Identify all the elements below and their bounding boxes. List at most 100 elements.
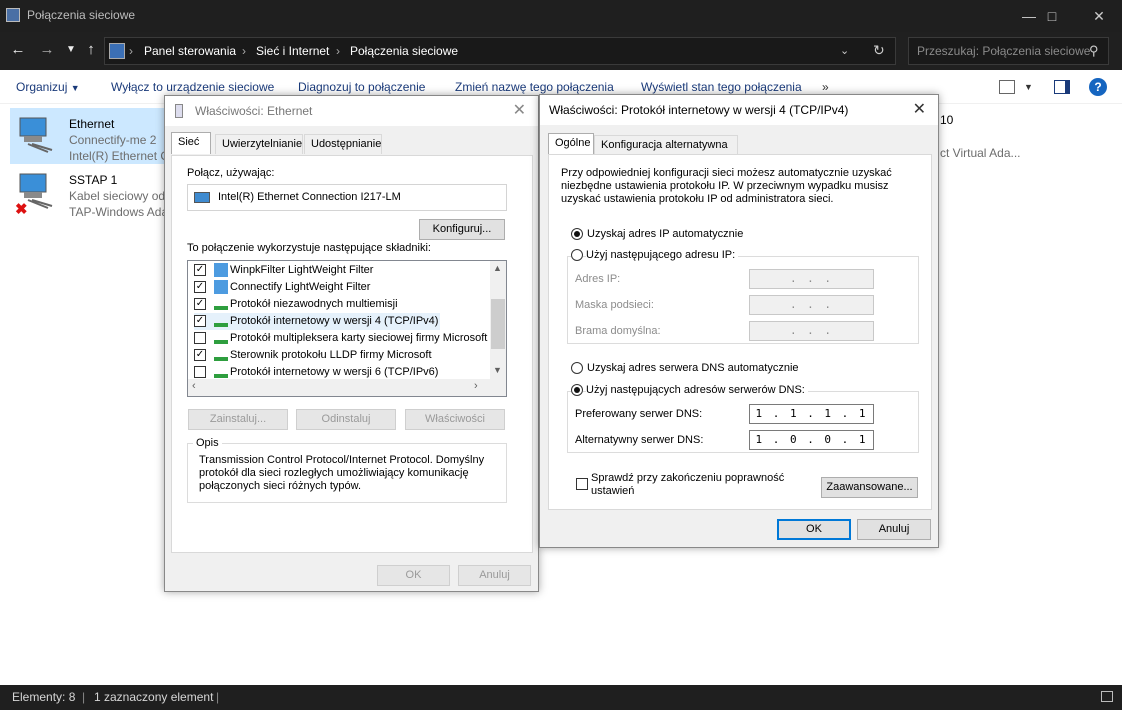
status-separator: |	[82, 690, 86, 704]
item-count: Elementy: 8	[12, 690, 76, 704]
components-label: To połączenie wykorzystuje następujące s…	[187, 242, 431, 254]
disable-device-button[interactable]: Wyłącz to urządzenie sieciowe	[111, 80, 274, 94]
protocol-icon	[214, 351, 228, 361]
ok-button[interactable]: OK	[777, 519, 851, 540]
component-checkbox[interactable]	[194, 332, 206, 344]
component-label: Protokół multipleksera karty sieciowej f…	[230, 332, 488, 344]
breadcrumb-control-panel[interactable]: Panel sterowania	[144, 44, 236, 58]
search-input[interactable]: Przeszukaj: Połączenia sieciowe ⚲	[908, 37, 1109, 65]
ethernet-icon	[175, 104, 183, 118]
view-status-button[interactable]: Wyświetl stan tego połączenia	[641, 80, 802, 94]
view-options-icon[interactable]	[999, 80, 1015, 94]
auto-ip-label: Uzyskaj adres IP automatycznie	[587, 228, 744, 240]
component-checkbox[interactable]: ✓	[194, 264, 206, 276]
address-dropdown-icon[interactable]: ⌄	[840, 44, 849, 57]
manual-ip-label: Użyj następującego adresu IP:	[586, 249, 739, 261]
breadcrumb-separator-icon: ›	[129, 44, 133, 58]
close-icon[interactable]: ✕	[513, 100, 526, 120]
breadcrumb-separator-icon: ›	[242, 44, 246, 58]
component-checkbox[interactable]: ✓	[194, 349, 206, 361]
advanced-button[interactable]: Zaawansowane...	[821, 477, 918, 498]
protocol-icon	[214, 317, 228, 327]
components-list[interactable]: ✓ WinpkFilter LightWeight Filter ✓ Connect…	[187, 260, 507, 397]
close-icon[interactable]: ✕	[913, 99, 926, 119]
connection-ethernet[interactable]: Ethernet Connectify-me 2 Intel(R) Ethern…	[10, 108, 170, 164]
scroll-right-icon[interactable]: ›	[474, 380, 478, 392]
connection-name: Ethernet	[69, 117, 115, 131]
network-tab-panel: Połącz, używając: Intel(R) Ethernet Conn…	[171, 155, 533, 553]
intro-text: Przy odpowiedniej konfiguracji sieci moż…	[561, 167, 892, 205]
organize-button[interactable]: Organizuj ▼	[16, 80, 80, 94]
validate-label: Sprawdź przy zakończeniu poprawność usta…	[591, 472, 785, 497]
diagnose-button[interactable]: Diagnozuj to połączenie	[298, 80, 425, 94]
maximize-icon[interactable]: □	[1029, 0, 1075, 32]
address-field[interactable]: › Panel sterowania › Sieć i Internet › P…	[104, 37, 896, 65]
ok-button[interactable]: OK	[377, 565, 450, 586]
tab-general[interactable]: Ogólne	[548, 133, 594, 155]
manual-ip-radio[interactable]	[571, 249, 583, 261]
close-icon[interactable]: ✕	[1076, 0, 1122, 32]
default-gateway-field[interactable]: . . .	[749, 321, 874, 341]
alternate-dns-field[interactable]: 1 . 0 . 0 . 1	[749, 430, 874, 450]
breadcrumb-network-connections[interactable]: Połączenia sieciowe	[350, 44, 458, 58]
more-commands-button[interactable]: »	[822, 80, 829, 94]
dialog-titlebar: Właściwości: Protokół internetowy w wers…	[540, 95, 938, 125]
tab-network[interactable]: Sieć	[171, 132, 211, 154]
disconnected-x-icon: ✖	[15, 201, 28, 218]
validate-checkbox[interactable]	[576, 478, 588, 490]
dialog-titlebar: Właściwości: Ethernet ✕	[165, 96, 538, 126]
network-folder-icon	[6, 8, 20, 22]
default-gateway-label: Brama domyślna:	[575, 325, 661, 337]
auto-dns-radio[interactable]	[571, 362, 583, 374]
cancel-button[interactable]: Anuluj	[458, 565, 531, 586]
details-view-icon[interactable]	[1101, 691, 1113, 702]
ip-address-field[interactable]: . . .	[749, 269, 874, 289]
search-placeholder: Przeszukaj: Połączenia sieciowe	[917, 44, 1091, 58]
component-item-selected[interactable]: ✓ Protokół internetowy w wersji 4 (TCP/IP…	[194, 313, 440, 330]
horizontal-scrollbar[interactable]: ‹ ›	[188, 379, 506, 396]
search-icon[interactable]: ⚲	[1089, 43, 1099, 59]
cancel-button[interactable]: Anuluj	[857, 519, 931, 540]
component-checkbox[interactable]: ✓	[194, 315, 206, 327]
configure-button[interactable]: Konfiguruj...	[419, 219, 505, 240]
subnet-mask-label: Maska podsieci:	[575, 299, 654, 311]
install-button[interactable]: Zainstaluj...	[188, 409, 288, 430]
properties-button[interactable]: Właściwości	[405, 409, 505, 430]
scroll-up-icon[interactable]: ▲	[493, 263, 502, 273]
rename-button[interactable]: Zmień nazwę tego połączenia	[455, 80, 614, 94]
back-arrow-icon[interactable]: ←	[8, 40, 28, 60]
scroll-left-icon[interactable]: ‹	[192, 380, 196, 392]
preferred-dns-field[interactable]: 1 . 1 . 1 . 1	[749, 404, 874, 424]
tab-sharing[interactable]: Udostępnianie	[304, 134, 382, 154]
connection-network: Connectify-me 2	[69, 133, 157, 147]
breadcrumb-network-internet[interactable]: Sieć i Internet	[256, 44, 329, 58]
description-title: Opis	[193, 437, 222, 449]
tab-alternate-config[interactable]: Konfiguracja alternatywna	[594, 135, 738, 155]
recent-chevron-icon[interactable]: ▼	[61, 40, 81, 60]
tab-authentication[interactable]: Uwierzytelnianie	[215, 134, 303, 154]
manual-dns-radio[interactable]	[571, 384, 583, 396]
forward-arrow-icon[interactable]: →	[37, 40, 57, 60]
component-checkbox[interactable]: ✓	[194, 281, 206, 293]
status-bar: Elementy: 8 | 1 zaznaczony element |	[0, 685, 1122, 710]
view-chevron-icon[interactable]: ▼	[1024, 82, 1033, 92]
control-panel-icon	[109, 43, 125, 59]
component-checkbox[interactable]: ✓	[194, 298, 206, 310]
up-arrow-icon[interactable]: ↑	[81, 40, 101, 60]
component-checkbox[interactable]	[194, 366, 206, 378]
component-label: Sterownik protokołu LLDP firmy Microsoft	[230, 349, 432, 361]
connection-sstap[interactable]: ✖ SSTAP 1 Kabel sieciowy odł TAP-Windows…	[10, 164, 170, 220]
auto-ip-radio[interactable]	[571, 228, 583, 240]
refresh-icon[interactable]: ↻	[873, 42, 885, 59]
scrollbar-thumb[interactable]	[491, 299, 505, 349]
preview-pane-icon[interactable]	[1054, 80, 1070, 94]
filter-icon	[214, 280, 228, 294]
subnet-mask-field[interactable]: . . .	[749, 295, 874, 315]
scroll-down-icon[interactable]: ▼	[493, 365, 502, 375]
vertical-scrollbar[interactable]: ▲ ▼	[490, 261, 506, 379]
uninstall-button[interactable]: Odinstaluj	[296, 409, 396, 430]
help-icon[interactable]: ?	[1089, 78, 1107, 96]
protocol-icon	[214, 300, 228, 310]
adapter-field[interactable]: Intel(R) Ethernet Connection I217-LM	[187, 184, 507, 211]
address-toolbar: ← → ▼ ↑ › Panel sterowania › Sieć i Inte…	[0, 32, 1122, 70]
